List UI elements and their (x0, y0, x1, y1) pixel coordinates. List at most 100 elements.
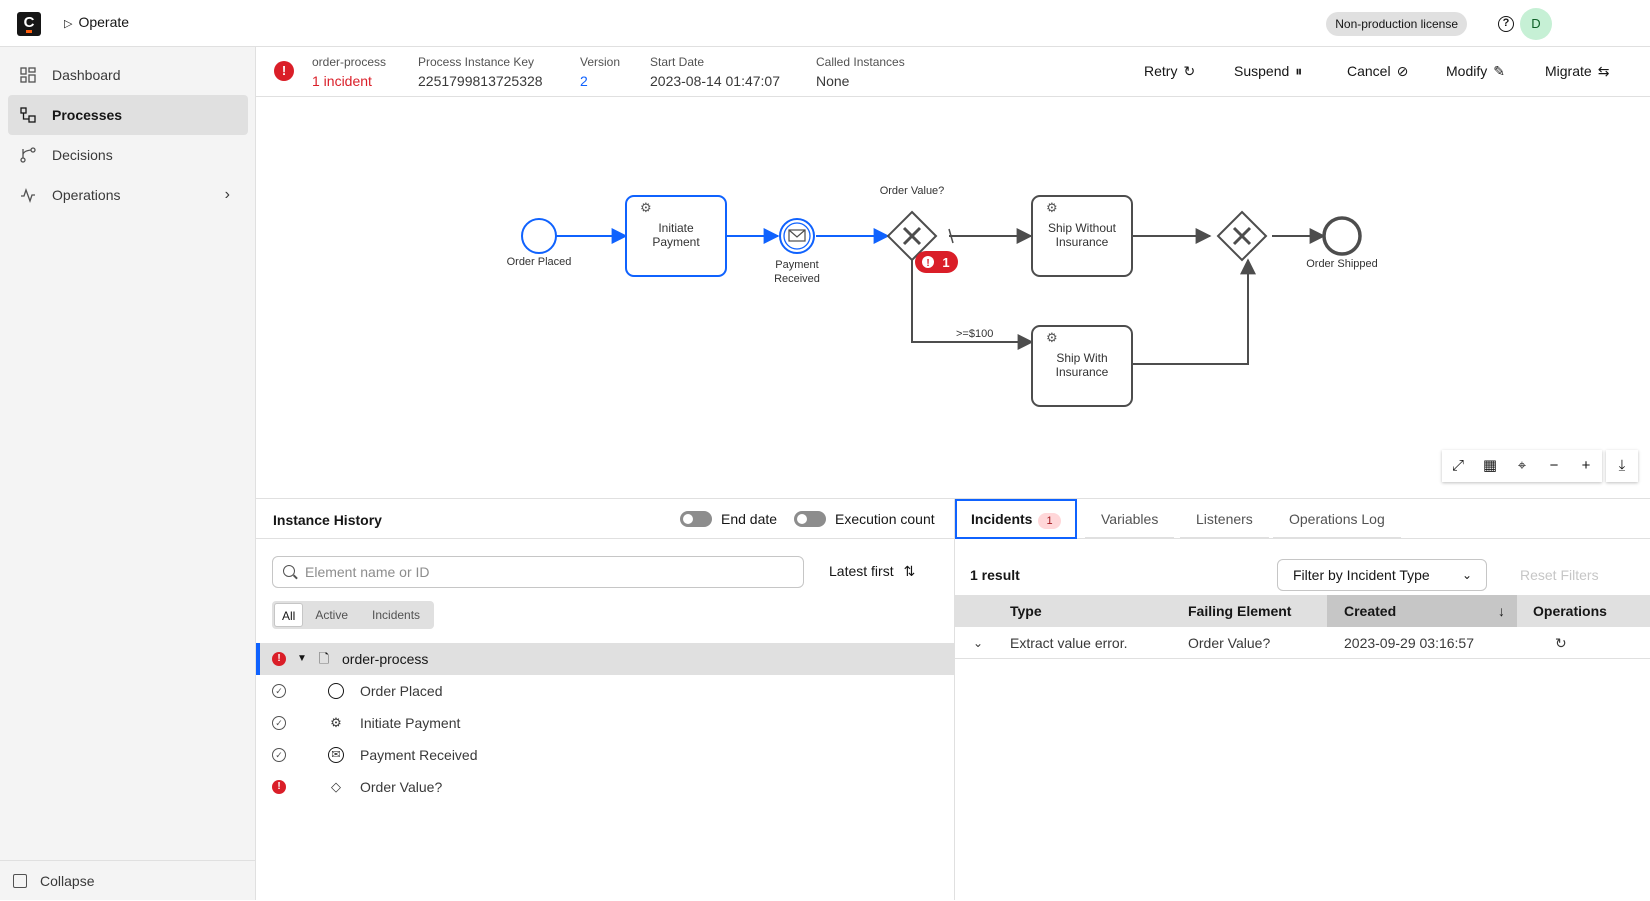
download-icon[interactable]: ⤓ (1606, 450, 1638, 482)
sidebar-item-processes[interactable]: Processes (8, 95, 248, 135)
modify-button[interactable]: Modify ✎ (1446, 63, 1505, 80)
version-label: Version (580, 55, 621, 69)
event-label: Received (774, 273, 820, 285)
message-event-icon: ✉ (328, 747, 344, 763)
instance-key-label: Process Instance Key (418, 55, 535, 69)
incident-overlay-badge[interactable] (915, 251, 958, 273)
execution-count-toggle[interactable] (794, 511, 826, 527)
error-status-icon: ! (272, 652, 286, 666)
cancel-label: Cancel (1347, 63, 1391, 79)
collapse-button[interactable]: Collapse (0, 860, 256, 900)
sort-button[interactable]: Latest first ⇅ (829, 563, 915, 580)
play-icon: ▷ (64, 18, 73, 30)
cancel-button[interactable]: Cancel ⊘ (1347, 63, 1408, 80)
retry-icon: ↻ (1183, 63, 1196, 79)
column-created[interactable]: Created ↓ (1327, 595, 1517, 627)
sidebar-item-dashboard[interactable]: Dashboard (8, 55, 248, 95)
filter-incidents[interactable]: Incidents (360, 603, 432, 627)
chevron-right-icon: › (224, 186, 230, 203)
suspend-label: Suspend (1234, 63, 1290, 79)
user-avatar[interactable]: D (1520, 8, 1552, 40)
tree-row-initiate-payment[interactable]: ✓ ⚙ Initiate Payment (256, 707, 954, 739)
history-title: Instance History (273, 512, 382, 528)
failing-element-cell: Order Value? (1188, 635, 1271, 651)
task-label: Ship Without (1048, 221, 1117, 235)
table-row[interactable]: ⌄ Extract value error. Order Value? 2023… (955, 627, 1650, 659)
zoom-in-icon[interactable]: + (1570, 450, 1602, 482)
diagram-controls: ⤢ ▦ ⌖ − + (1442, 450, 1602, 482)
instance-key-value: 2251799813725328 (418, 73, 543, 89)
bpmn-diagram[interactable]: Order Placed ⚙ Initiate Payment Payment … (256, 98, 1650, 498)
recenter-icon[interactable]: ⌖ (1506, 450, 1538, 482)
task-label: Insurance (1056, 365, 1109, 379)
column-operations: Operations (1533, 603, 1607, 619)
decisions-icon (20, 147, 36, 163)
fullscreen-icon[interactable]: ⤢ (1442, 450, 1474, 482)
instance-key-column: Process Instance Key 2251799813725328 (418, 55, 543, 89)
sidebar-item-decisions[interactable]: Decisions (8, 135, 248, 175)
element-search-input[interactable]: Element name or ID (272, 556, 804, 588)
migrate-button[interactable]: Migrate ⇆ (1545, 63, 1609, 80)
search-placeholder: Element name or ID (305, 564, 430, 580)
tree-row-order-process[interactable]: ! ▼ 🗋 order-process (256, 643, 954, 675)
collapse-label: Collapse (40, 873, 95, 889)
error-status-icon: ! (272, 780, 286, 794)
filter-active[interactable]: Active (303, 603, 360, 627)
migrate-label: Migrate (1545, 63, 1592, 79)
column-failing-element[interactable]: Failing Element (1188, 595, 1291, 627)
caret-down-icon[interactable]: ▼ (294, 651, 310, 667)
start-date-label: Start Date (650, 55, 705, 69)
license-badge: Non-production license (1326, 12, 1467, 36)
tree-row-order-value[interactable]: ! ◇ Order Value? (256, 771, 954, 803)
top-bar: C ▷ Operate Non-production license ? D (0, 0, 1650, 47)
version-column: Version 2 (580, 55, 620, 89)
tree-row-payment-received[interactable]: ✓ ✉ Payment Received (256, 739, 954, 771)
end-event-label: Order Shipped (1306, 258, 1378, 270)
condition-label: >=$100 (956, 328, 993, 340)
column-type[interactable]: Type (1010, 595, 1042, 627)
incidents-table-header: Type Failing Element Created ↓ Operation… (955, 595, 1650, 627)
version-link[interactable]: 2 (580, 73, 620, 89)
migrate-icon: ⇆ (1597, 63, 1610, 79)
chevron-down-icon: ⌄ (1461, 568, 1472, 582)
sidebar-item-label: Operations (52, 187, 121, 203)
filter-all[interactable]: All (274, 603, 304, 627)
expand-chevron-icon[interactable]: ⌄ (973, 627, 983, 659)
end-event[interactable] (1322, 216, 1362, 256)
zoom-out-icon[interactable]: − (1538, 450, 1570, 482)
tab-variables[interactable]: Variables (1085, 499, 1175, 539)
wrench-icon: ✎ (1493, 63, 1505, 79)
cancel-icon: ⊘ (1396, 63, 1409, 79)
tab-listeners[interactable]: Listeners (1180, 499, 1269, 539)
sidebar-item-operations[interactable]: Operations › (8, 175, 248, 215)
pause-icon: ⏸ (1295, 63, 1303, 79)
app-switcher[interactable]: ▷ Operate (64, 14, 129, 30)
start-date-column: Start Date 2023-08-14 01:47:07 (650, 55, 780, 89)
end-date-toggle[interactable] (680, 511, 712, 527)
incidents-panel: Incidents 1 Variables Listeners Operation… (955, 498, 1650, 900)
operations-icon (21, 188, 35, 203)
incident-count-link[interactable]: 1 incident (312, 73, 386, 89)
details-tabs: Incidents 1 Variables Listeners Operation… (955, 499, 1650, 539)
camunda-logo[interactable]: C (17, 12, 41, 36)
start-event[interactable] (521, 218, 557, 254)
incident-type-filter[interactable]: Filter by Incident Type ⌄ (1277, 559, 1487, 591)
instance-history-panel: Instance History End date Execution coun… (256, 498, 955, 900)
app-name: Operate (78, 14, 130, 30)
dashboard-icon (20, 67, 36, 83)
tab-incidents[interactable]: Incidents 1 (955, 499, 1077, 539)
reset-filters-button[interactable]: Reset Filters (1520, 567, 1599, 583)
suspend-button[interactable]: Suspend ⏸ (1234, 63, 1302, 80)
sequence-flow (1132, 258, 1256, 365)
tree-row-label: Order Placed (360, 683, 443, 699)
help-icon[interactable]: ? (1498, 16, 1514, 32)
tree-row-order-placed[interactable]: ✓ Order Placed (256, 675, 954, 707)
tab-operations-log[interactable]: Operations Log (1273, 499, 1401, 539)
collapse-icon (13, 874, 27, 888)
sidebar-item-label: Dashboard (52, 67, 121, 83)
sort-label: Latest first (829, 563, 894, 579)
history-filter-switcher: All Active Incidents (272, 601, 435, 629)
retry-incident-icon[interactable]: ↻ (1555, 627, 1567, 659)
retry-button[interactable]: Retry ↻ (1144, 63, 1195, 80)
minimap-icon[interactable]: ▦ (1474, 450, 1506, 482)
